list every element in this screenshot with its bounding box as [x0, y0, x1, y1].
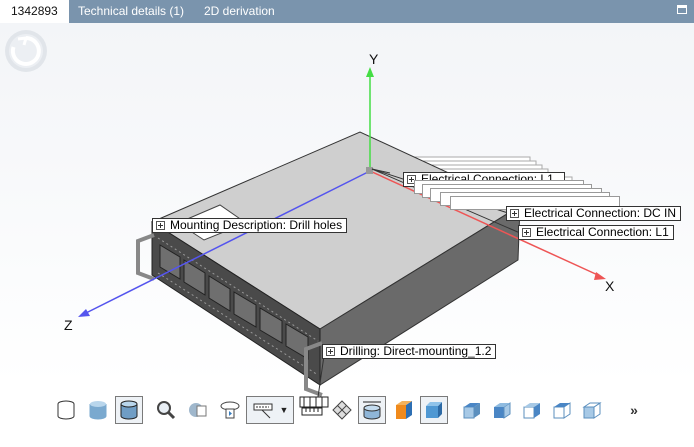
color-cube-button[interactable] [390, 396, 418, 424]
dimension-icon [363, 401, 381, 420]
view-iso-5-icon [582, 402, 602, 419]
label-mounting-description[interactable]: Mounting Description: Drill holes [152, 218, 348, 233]
y-axis-arrow [366, 67, 374, 77]
view-front-icon [426, 402, 442, 418]
view-iso-1-icon [463, 403, 480, 419]
view-iso-3-button[interactable] [518, 396, 546, 424]
chevron-down-icon: ▼ [279, 405, 289, 415]
view-iso-2-icon [494, 402, 511, 419]
cylinder-solid-icon [120, 400, 138, 420]
tab-2d-derivation[interactable]: 2D derivation [193, 0, 286, 23]
mesh-button[interactable] [328, 396, 356, 424]
measure-icon [301, 407, 323, 416]
expand-icon[interactable] [326, 347, 335, 356]
tab-part-number[interactable]: 1342893 [0, 0, 69, 23]
color-cube-icon [396, 401, 412, 419]
measure-button[interactable] [298, 396, 326, 424]
cylinder-solid-button[interactable] [115, 396, 143, 424]
tab-technical-details[interactable]: Technical details (1) [67, 0, 195, 23]
view-iso-2-button[interactable] [488, 396, 516, 424]
label-electrical-connection-l1[interactable]: Electrical Connection: L1 [518, 225, 674, 240]
view-iso-5-button[interactable] [578, 396, 606, 424]
view-iso-4-button[interactable] [548, 396, 576, 424]
label-drilling[interactable]: Drilling: Direct-mounting_1.2 [322, 344, 497, 359]
section-icon [189, 403, 207, 417]
expand-icon[interactable] [522, 228, 531, 237]
view-front-button[interactable] [420, 396, 448, 424]
rotate-icon [220, 401, 240, 419]
zoom-button[interactable] [152, 396, 180, 424]
maximize-icon[interactable] [677, 5, 687, 14]
view-iso-1-button[interactable] [458, 396, 486, 424]
more-tools-button[interactable]: » [620, 396, 648, 424]
rotate-button[interactable] [216, 396, 244, 424]
zoom-icon [157, 401, 176, 420]
expand-icon[interactable] [156, 221, 165, 230]
y-axis-label: Y [369, 51, 379, 67]
view-iso-4-icon [553, 402, 571, 419]
cylinder-wire-icon [57, 400, 75, 420]
label-dropdown-button[interactable]: ▼ [246, 396, 294, 424]
z-axis-arrow [78, 309, 90, 317]
view-toolbar: ▼ » [52, 394, 652, 428]
cylinder-shaded-icon [89, 401, 107, 420]
view-iso-3-icon [523, 403, 540, 419]
cylinder-wire-button[interactable] [52, 396, 80, 424]
z-axis-label: Z [64, 317, 73, 333]
x-axis-label: X [605, 278, 615, 294]
expand-icon[interactable] [510, 209, 519, 218]
label-electrical-connection-dc-in[interactable]: Electrical Connection: DC IN [506, 206, 682, 221]
label-dropdown-icon [253, 403, 273, 419]
tab-bar: 1342893 Technical details (1) 2D derivat… [0, 0, 694, 23]
axis-origin [366, 167, 373, 174]
mesh-icon [332, 400, 352, 420]
dimension-button[interactable] [358, 396, 386, 424]
section-button[interactable] [184, 396, 212, 424]
cylinder-shaded-button[interactable] [84, 396, 112, 424]
